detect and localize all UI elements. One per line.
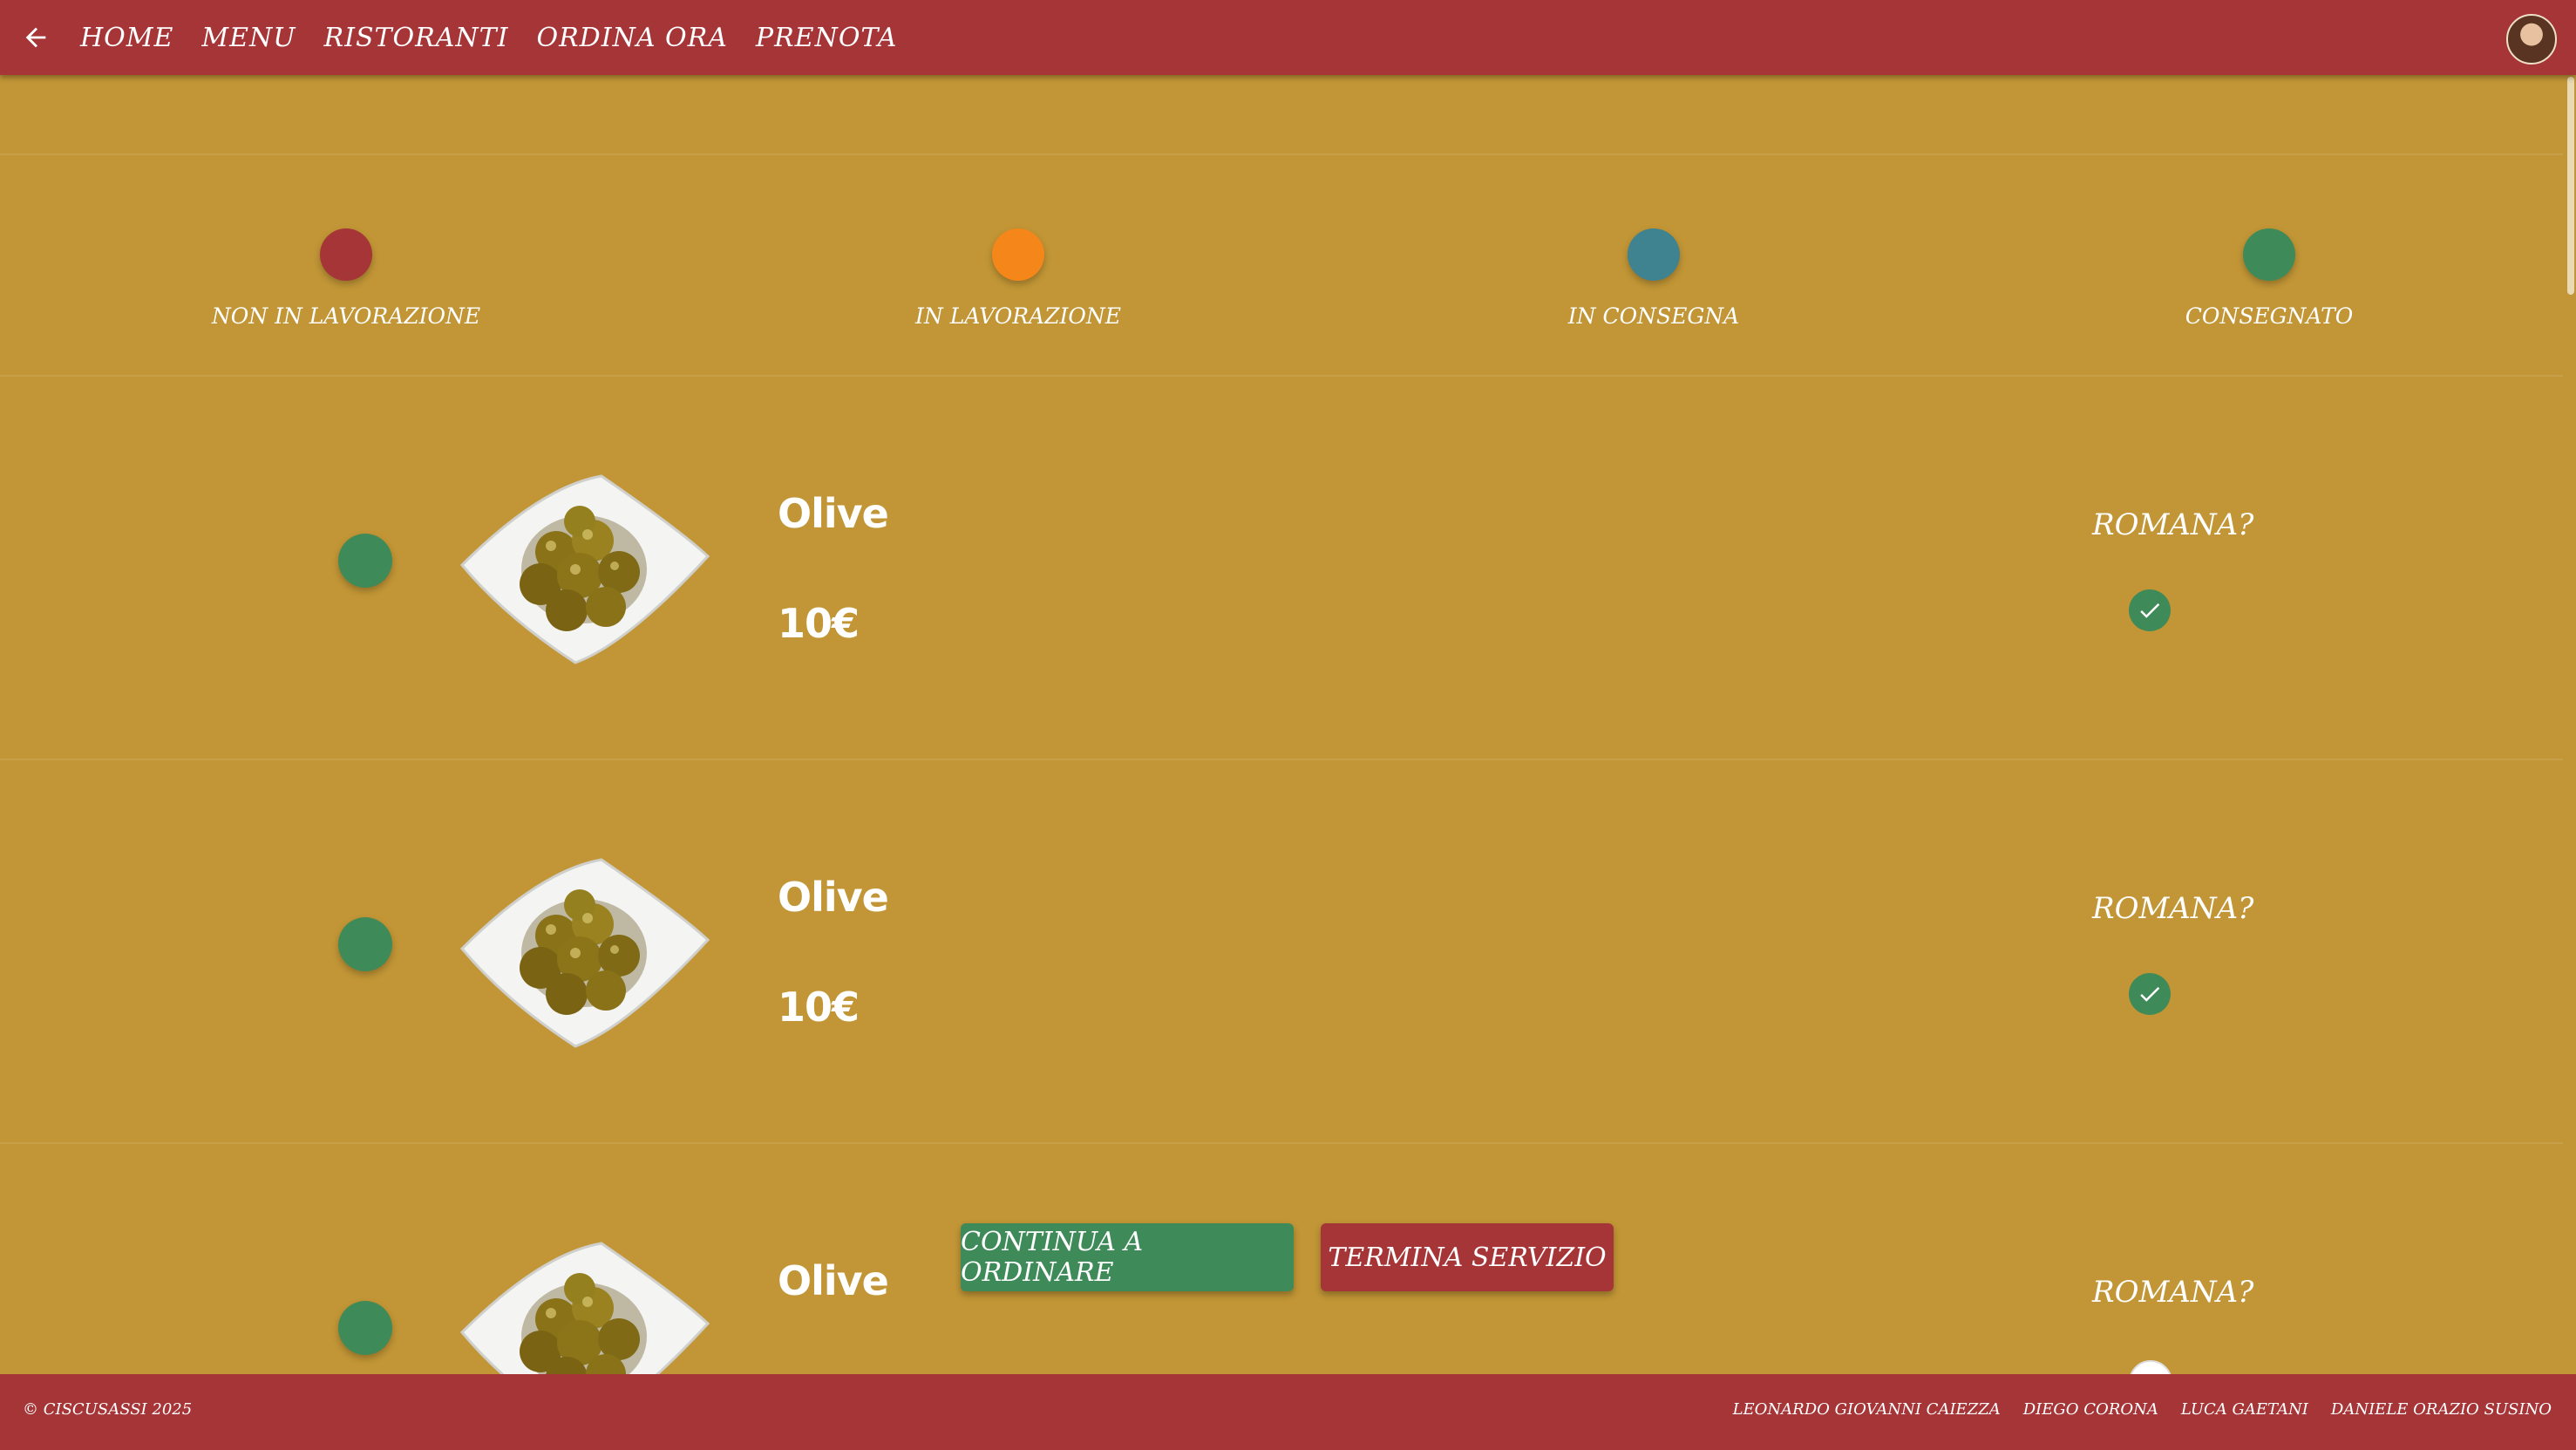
author-name: LEONARDO GIOVANNI CAIEZZA	[1732, 1400, 2001, 1419]
check-icon	[2140, 987, 2160, 1002]
dish-name: Olive	[778, 490, 889, 537]
order-status-dot	[338, 1301, 392, 1355]
authors-list: LEONARDO GIOVANNI CAIEZZA DIEGO CORONA L…	[1710, 1400, 2552, 1419]
romana-label: ROMANA?	[2092, 891, 2254, 926]
author-name: DANIELE ORAZIO SUSINO	[2330, 1400, 2552, 1419]
olive-dish-image	[459, 1242, 710, 1374]
check-icon	[2140, 603, 2160, 618]
legend-label: NON IN LAVORAZIONE	[211, 303, 481, 329]
nav-prenota[interactable]: PRENOTA	[756, 23, 898, 53]
nav-menu[interactable]: MENU	[201, 23, 296, 53]
continue-ordering-button[interactable]: CONTINUA A ORDINARE	[961, 1223, 1294, 1291]
order-row: Olive 10€ ROMANA?	[0, 377, 2563, 759]
nav-ristoranti[interactable]: RISTORANTI	[324, 23, 509, 53]
footer: © CISCUSASSI 2025 LEONARDO GIOVANNI CAIE…	[0, 1374, 2576, 1450]
order-status-dot	[338, 534, 392, 588]
legend-label: IN CONSEGNA	[1567, 303, 1740, 329]
scrollbar-thumb[interactable]	[2567, 77, 2574, 295]
legend-non-in-lavorazione: NON IN LAVORAZIONE	[172, 228, 520, 329]
romana-checkbox[interactable]	[2129, 1360, 2172, 1374]
dish-price: 10€	[778, 984, 860, 1031]
nav-home[interactable]: HOME	[80, 23, 173, 53]
legend-label: IN LAVORAZIONE	[915, 303, 1121, 329]
nav-ordina-ora[interactable]: ORDINA ORA	[537, 23, 728, 53]
status-blue-dot	[1628, 228, 1680, 281]
user-avatar[interactable]	[2506, 14, 2557, 65]
legend-consegnato: CONSEGNATO	[2095, 228, 2443, 329]
dish-price: 10€	[778, 600, 860, 647]
top-navbar: HOME MENU RISTORANTI ORDINA ORA PRENOTA	[0, 0, 2576, 75]
end-service-button[interactable]: TERMINA SERVIZIO	[1321, 1223, 1614, 1291]
legend-in-consegna: IN CONSEGNA	[1479, 228, 1828, 329]
copyright: © CISCUSASSI 2025	[23, 1400, 193, 1419]
author-name: DIEGO CORONA	[2022, 1400, 2158, 1419]
olive-dish-image	[459, 858, 710, 1048]
legend-in-lavorazione: IN LAVORAZIONE	[844, 228, 1193, 329]
legend-label: CONSEGNATO	[2185, 303, 2354, 329]
main-nav: HOME MENU RISTORANTI ORDINA ORA PRENOTA	[80, 0, 925, 75]
order-row: Olive 10€ ROMANA?	[0, 760, 2563, 1142]
romana-checkbox[interactable]	[2129, 973, 2171, 1015]
dish-name: Olive	[778, 1257, 889, 1304]
olive-dish-image	[459, 474, 710, 664]
order-status-dot	[338, 917, 392, 971]
status-orange-dot	[992, 228, 1044, 281]
author-name: LUCA GAETANI	[2180, 1400, 2308, 1419]
status-green-dot	[2243, 228, 2295, 281]
divider	[0, 153, 2563, 155]
romana-checkbox[interactable]	[2129, 589, 2171, 631]
back-arrow-icon[interactable]	[16, 17, 56, 58]
romana-label: ROMANA?	[2092, 1275, 2254, 1310]
dish-name: Olive	[778, 874, 889, 921]
romana-label: ROMANA?	[2092, 507, 2254, 542]
status-red-dot	[320, 228, 372, 281]
